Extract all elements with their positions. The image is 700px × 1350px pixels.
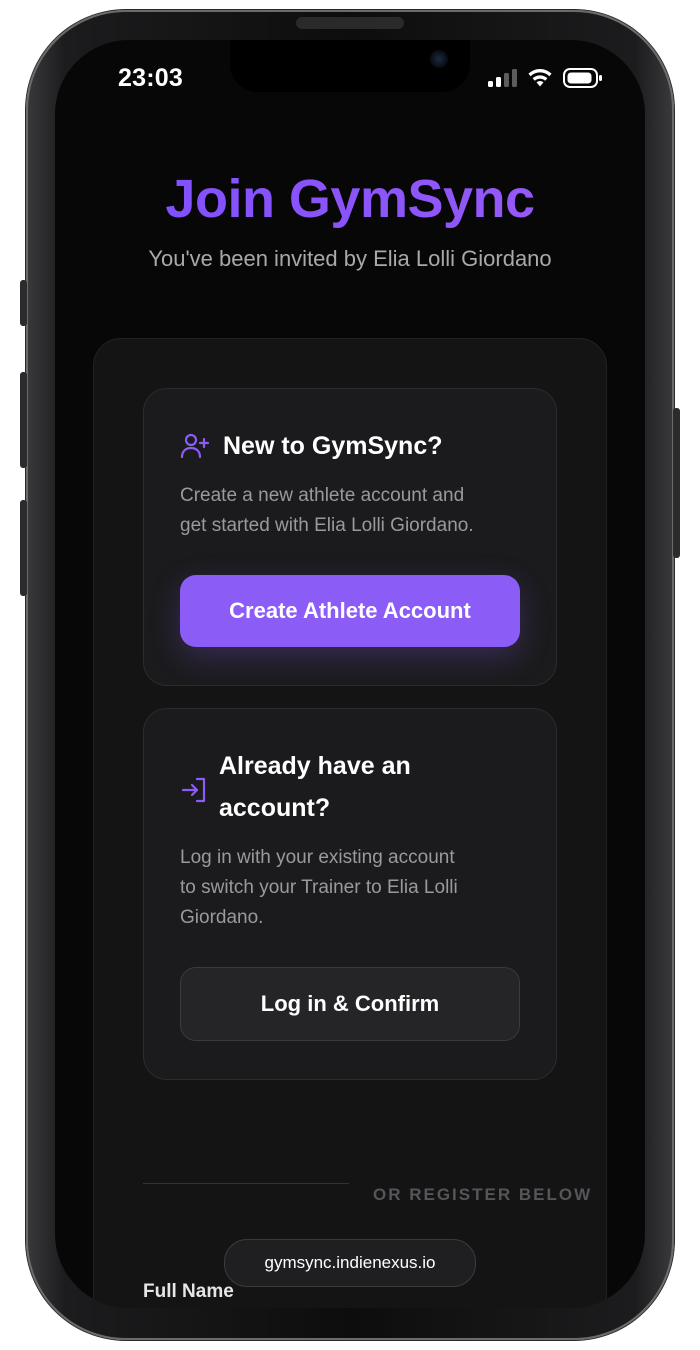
status-icons — [487, 67, 603, 94]
description-line: Create a new athlete account and — [180, 485, 465, 506]
heading-line: account? — [219, 794, 331, 822]
dynamic-notch — [230, 40, 470, 92]
heading-line: Already have an — [219, 752, 411, 780]
create-athlete-account-button[interactable]: Create Athlete Account — [180, 575, 520, 647]
description-line: Giordano. — [180, 907, 264, 928]
full-name-label: Full Name — [143, 1281, 234, 1302]
divider-label: OR REGISTER BELOW — [373, 1185, 601, 1205]
divider-line — [143, 1183, 349, 1184]
description-line: to switch your Trainer to Elia Lolli — [180, 877, 458, 898]
description-line: Log in with your existing account — [180, 847, 455, 868]
status-time: 23:03 — [118, 64, 183, 92]
wifi-icon — [527, 68, 553, 93]
power-button — [673, 408, 680, 558]
browser-url-bar[interactable]: gymsync.indienexus.io — [224, 1239, 476, 1287]
description-line: get started with Elia Lolli Giordano. — [180, 515, 474, 536]
page-title: Join GymSync — [55, 168, 645, 230]
login-confirm-button[interactable]: Log in & Confirm — [180, 967, 520, 1041]
volume-down-button — [20, 500, 27, 596]
phone-screen: 23:03 Join GymSync You've been invited b… — [55, 40, 645, 1308]
silent-switch — [20, 280, 27, 326]
existing-account-heading: Already have an account? — [219, 745, 411, 829]
new-account-description: Create a new athlete account and get sta… — [180, 481, 530, 541]
cellular-signal-icon — [487, 68, 517, 93]
speaker-grille — [296, 17, 404, 29]
existing-account-card: Already have an account? Log in with you… — [143, 708, 557, 1080]
invite-subtitle: You've been invited by Elia Lolli Giorda… — [148, 246, 552, 271]
login-arrow-icon — [180, 775, 210, 805]
existing-account-description: Log in with your existing account to swi… — [180, 843, 530, 933]
new-account-card: New to GymSync? Create a new athlete acc… — [143, 388, 557, 686]
new-account-heading: New to GymSync? — [223, 432, 443, 460]
front-camera-icon — [430, 50, 448, 68]
volume-up-button — [20, 372, 27, 468]
battery-icon — [563, 67, 603, 94]
user-plus-icon — [180, 431, 210, 461]
